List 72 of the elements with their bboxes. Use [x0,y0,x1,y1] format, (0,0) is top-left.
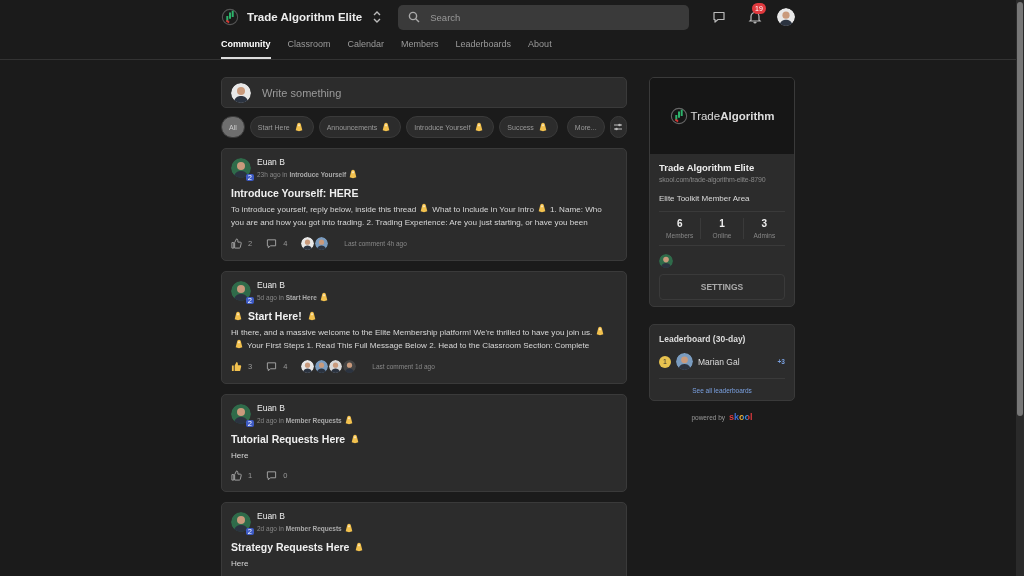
author-name[interactable]: Euan B [257,403,356,413]
stat-value: 3 [760,218,769,229]
group-title: Trade Algorithm Elite [659,162,756,173]
post-title: Introduce Yourself: HERE [231,187,359,199]
avatar [231,512,251,532]
emoji-icon [234,339,244,349]
avatar [315,237,329,250]
like-icon[interactable] [231,470,242,481]
search-field[interactable]: Search [398,4,689,30]
sliders-icon [613,122,624,132]
author-name[interactable]: Euan B [257,511,356,521]
chat-icon[interactable] [712,10,726,24]
emoji-icon [354,542,365,552]
group-description: Elite Toolkit Member Area [659,194,785,212]
logo-icon [221,8,239,26]
nav-tab[interactable]: Community [221,34,271,59]
emoji-icon [595,326,606,336]
avatar [676,353,693,370]
nav-tab[interactable]: Calendar [347,34,385,59]
scrollbar[interactable] [1016,0,1024,576]
comment-icon [266,238,278,249]
stat-value: 6 [675,218,684,229]
emoji-icon [306,311,317,321]
member-name[interactable]: Marian Gal [698,356,773,367]
nav-tab[interactable]: About [528,34,552,59]
post-title: Tutorial Requests Here [231,433,346,445]
author-name[interactable]: Euan B [257,280,331,290]
logo-icon [669,106,688,126]
avatar [301,360,315,373]
search-icon [408,11,421,23]
post-title: Strategy Requests Here [231,541,350,553]
post-text: Here [231,450,250,462]
chevron-icon [372,10,383,24]
like-icon[interactable] [231,361,242,372]
leaderboard-title: Leaderboard (30-day) [659,334,747,344]
avatar [231,404,251,424]
nav-tab[interactable]: Members [401,34,439,59]
avatar [329,360,343,373]
post-title: Start Here! [248,310,302,322]
avatar [231,158,251,178]
emoji-icon [537,203,548,213]
like-icon[interactable] [231,238,242,249]
brand-logo[interactable]: skool [729,412,753,422]
emoji-icon [350,434,361,444]
post-text: Hi there, and a massive welcome to the Elite Membership platform! We're thrilled to have you join us. Your First Steps 1. Read This Full Message Below 2. Head to the Classroom Section: Complete [231,326,617,352]
post-card[interactable] [221,271,627,384]
post-input[interactable]: Write something [260,85,617,100]
stat-value: 1 [718,218,726,229]
logo-text: TradeAlgorithm [690,110,775,122]
avatar [231,82,251,103]
comment-icon [266,361,278,372]
search-input[interactable]: Search [428,10,679,24]
post-text: To introduce yourself, reply below, inside this thread What to Include in Your Intro 1. Name: Who you are and how you got into trading. 2. Trading Experience: Are you just starting, or have you been [231,203,603,229]
author-name[interactable]: Euan B [257,157,361,167]
filter-button[interactable] [609,116,627,138]
emoji-icon [233,311,243,321]
avatar [315,360,329,373]
composer-field[interactable]: Write something [221,77,627,108]
comment-icon [266,470,278,481]
post-text: Here [231,558,250,570]
emoji-icon [419,203,430,213]
nav-tab[interactable]: Leaderboards [455,34,512,59]
avatar [343,360,357,373]
bell-icon[interactable] [748,10,762,24]
avatar [301,237,315,250]
group-name[interactable]: Trade Algorithm Elite [247,11,363,23]
user-avatar[interactable] [777,8,795,26]
avatar [659,254,673,268]
avatar [231,281,251,301]
settings-button[interactable]: SETTINGS [659,274,785,300]
nav-tab[interactable]: Classroom [287,34,331,59]
post-card[interactable] [221,148,627,261]
